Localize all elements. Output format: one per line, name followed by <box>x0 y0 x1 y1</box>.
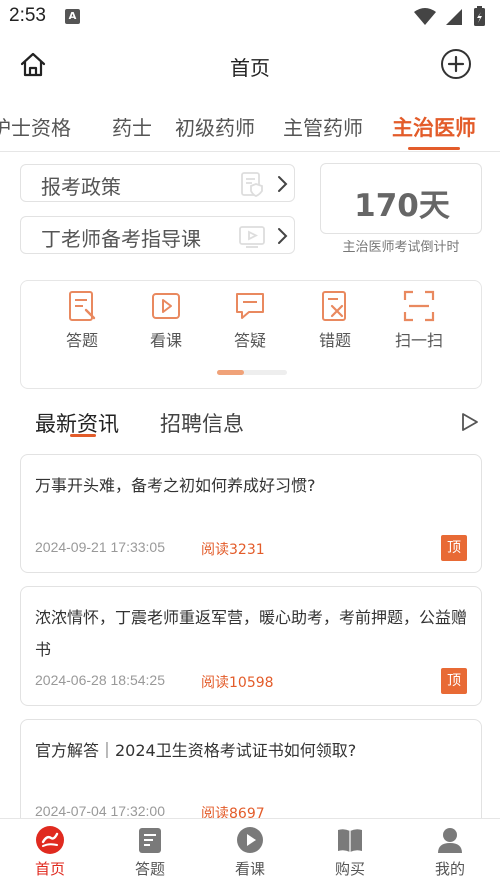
notification-icon: A <box>65 9 80 24</box>
page-title: 首页 <box>230 56 270 80</box>
article-reads: 阅读3231 <box>201 542 265 558</box>
video-icon <box>152 293 180 319</box>
tab-pharmacy-assistant[interactable]: 药士 <box>112 112 152 141</box>
app-header: 首页 <box>0 34 500 96</box>
feature-answer[interactable]: 答题 <box>52 288 112 351</box>
feature-qa-label: 答疑 <box>233 331 266 350</box>
nav-watch-course[interactable]: 看课 <box>220 825 280 879</box>
feature-shortcuts: 答题 看课 答疑 错题 扫一扫 <box>20 280 482 389</box>
article-date: 2024-09-21 17:33:05 <box>35 539 165 555</box>
tab-supervising-pharmacist[interactable]: 主管药师 <box>283 112 363 141</box>
page-indicator-active <box>217 370 244 375</box>
nav-buy[interactable]: 购买 <box>320 825 380 879</box>
countdown-value: 170天 <box>354 188 450 224</box>
feature-wrong-questions-label: 错题 <box>318 331 351 350</box>
article-date: 2024-06-28 18:54:25 <box>35 672 165 688</box>
active-tab-indicator <box>408 147 460 150</box>
chevron-right-icon <box>278 228 288 244</box>
exam-policy-link[interactable]: 报考政策 <box>20 164 295 202</box>
news-tabs: 最新资讯 招聘信息 <box>0 402 500 446</box>
answer-icon <box>69 291 96 321</box>
book-icon <box>338 829 362 852</box>
video-course-icon <box>239 226 265 248</box>
nav-home[interactable]: 首页 <box>20 825 80 879</box>
chevron-right-icon <box>278 176 288 192</box>
answer-sheet-icon <box>139 828 161 853</box>
article-title: 浓浓情怀，丁震老师重返军营，暖心助考，考前押题，公益赠书 <box>35 608 468 659</box>
play-circle-icon <box>237 827 263 853</box>
nav-buy-label: 购买 <box>334 860 365 878</box>
user-icon <box>438 828 462 853</box>
tab-junior-pharmacist[interactable]: 初级药师 <box>175 112 255 141</box>
tab-nurse-qualification[interactable]: 护士资格 <box>0 112 71 141</box>
feature-watch-course[interactable]: 看课 <box>136 288 196 351</box>
add-icon[interactable] <box>440 48 472 80</box>
countdown-label: 主治医师考试倒计时 <box>342 240 460 255</box>
system-status-icons <box>414 6 485 26</box>
feature-answer-label: 答题 <box>65 331 98 350</box>
bottom-navigation: 首页 答题 看课 购买 我的 <box>0 818 500 888</box>
feature-wrong-questions[interactable]: 错题 <box>305 288 365 351</box>
page-indicator <box>217 370 287 375</box>
teacher-guide-course-label: 丁老师备考指导课 <box>41 227 201 251</box>
teacher-guide-course-link[interactable]: 丁老师备考指导课 <box>20 216 295 254</box>
nav-profile[interactable]: 我的 <box>420 825 480 879</box>
article-card[interactable]: 浓浓情怀，丁震老师重返军营，暖心助考，考前押题，公益赠书 2024-06-28 … <box>20 586 482 706</box>
wrong-icon <box>322 291 346 321</box>
home-logo-icon <box>36 826 64 854</box>
feature-watch-course-label: 看课 <box>149 331 182 350</box>
pinned-badge: 顶 <box>441 668 467 694</box>
tab-attending-physician[interactable]: 主治医师 <box>392 112 476 142</box>
article-title: 官方解答｜2024卫生资格考试证书如何领取? <box>35 741 357 760</box>
nav-watch-course-label: 看课 <box>234 860 265 878</box>
nav-answer[interactable]: 答题 <box>120 825 180 879</box>
category-tabs: 护士资格 药士 初级药师 主管药师 主治医师 <box>0 100 500 152</box>
exam-policy-label: 报考政策 <box>41 175 121 199</box>
nav-profile-label: 我的 <box>434 860 465 878</box>
feature-scan[interactable]: 扫一扫 <box>389 288 449 351</box>
pinned-badge: 顶 <box>441 535 467 561</box>
article-reads: 阅读10598 <box>201 675 274 691</box>
article-title: 万事开头难，备考之初如何养成好习惯? <box>35 476 316 495</box>
status-bar: 2:53 A <box>0 0 500 34</box>
feature-qa[interactable]: 答疑 <box>220 288 280 351</box>
exam-countdown-box: 170天 <box>320 163 482 234</box>
nav-answer-label: 答题 <box>134 860 165 878</box>
news-tab-indicator <box>70 434 96 437</box>
scan-icon <box>403 290 435 322</box>
status-time: 2:53 <box>9 5 46 26</box>
policy-document-icon <box>241 172 263 197</box>
nav-home-label: 首页 <box>34 860 65 878</box>
feature-scan-label: 扫一扫 <box>394 331 443 350</box>
play-triangle-icon[interactable] <box>459 411 481 433</box>
chat-icon <box>236 293 264 319</box>
tab-job-info[interactable]: 招聘信息 <box>160 408 244 438</box>
article-card[interactable]: 万事开头难，备考之初如何养成好习惯? 2024-09-21 17:33:05 阅… <box>20 454 482 573</box>
article-date: 2024-07-04 17:32:00 <box>35 803 165 819</box>
